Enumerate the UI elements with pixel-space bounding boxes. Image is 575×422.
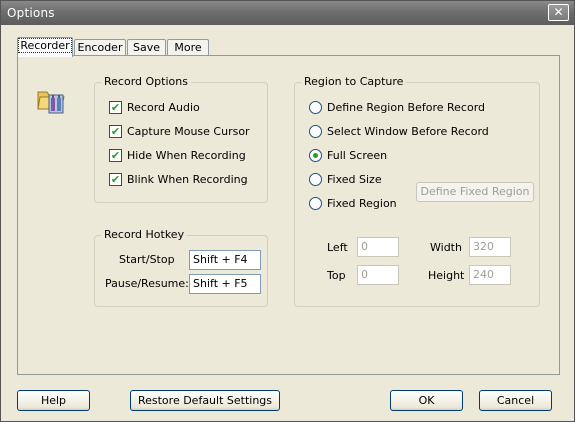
cancel-button[interactable]: Cancel bbox=[479, 390, 552, 411]
radio-selected-dot bbox=[313, 153, 318, 158]
hide-when-recording-label: Hide When Recording bbox=[127, 149, 246, 162]
check-icon: ✔ bbox=[110, 101, 121, 114]
fixed-region-label: Fixed Region bbox=[327, 197, 397, 210]
record-options-group: Record Options ✔ Record Audio ✔ Capture … bbox=[94, 75, 268, 203]
select-window-before-record-label: Select Window Before Record bbox=[327, 125, 489, 138]
hide-when-recording-checkbox[interactable]: ✔ bbox=[109, 149, 122, 162]
start-stop-hotkey-input[interactable]: Shift + F4 bbox=[189, 250, 261, 270]
record-hotkey-title: Record Hotkey bbox=[101, 228, 188, 241]
window-title: Options bbox=[7, 6, 55, 20]
tab-encoder-label: Encoder bbox=[77, 41, 123, 54]
title-bar[interactable]: Options ✕ bbox=[1, 1, 574, 25]
help-button[interactable]: Help bbox=[17, 390, 90, 411]
fixed-size-radio[interactable] bbox=[309, 173, 322, 186]
close-button[interactable]: ✕ bbox=[548, 4, 569, 21]
fixed-size-label: Fixed Size bbox=[327, 173, 382, 186]
tab-save-label: Save bbox=[132, 41, 160, 54]
height-input[interactable]: 240 bbox=[469, 265, 511, 285]
tab-more-label: More bbox=[174, 41, 202, 54]
capture-mouse-cursor-label: Capture Mouse Cursor bbox=[127, 125, 250, 138]
select-window-before-record-radio[interactable] bbox=[309, 125, 322, 138]
pause-resume-hotkey-input[interactable]: Shift + F5 bbox=[189, 274, 261, 294]
define-region-before-record-radio[interactable] bbox=[309, 101, 322, 114]
tab-encoder[interactable]: Encoder bbox=[74, 39, 126, 56]
record-audio-label: Record Audio bbox=[127, 101, 200, 114]
blink-when-recording-checkbox[interactable]: ✔ bbox=[109, 173, 122, 186]
record-hotkey-group: Record Hotkey Start/Stop Shift + F4 Paus… bbox=[94, 228, 268, 307]
tab-more[interactable]: More bbox=[167, 39, 209, 56]
full-screen-radio[interactable] bbox=[309, 149, 322, 162]
check-icon: ✔ bbox=[110, 149, 121, 162]
record-options-title: Record Options bbox=[101, 75, 191, 88]
record-audio-checkbox[interactable]: ✔ bbox=[109, 101, 122, 114]
region-to-capture-title: Region to Capture bbox=[301, 75, 407, 88]
tab-recorder-label: Recorder bbox=[18, 38, 72, 53]
region-to-capture-group: Region to Capture Define Region Before R… bbox=[294, 75, 540, 307]
recorder-tab-panel: Record Options ✔ Record Audio ✔ Capture … bbox=[17, 55, 560, 375]
define-region-before-record-label: Define Region Before Record bbox=[327, 101, 486, 114]
left-input[interactable]: 0 bbox=[357, 237, 399, 257]
tab-save[interactable]: Save bbox=[127, 39, 166, 56]
top-label: Top bbox=[327, 269, 346, 282]
tab-recorder[interactable]: Recorder bbox=[17, 37, 73, 57]
height-label: Height bbox=[428, 269, 465, 282]
close-icon: ✕ bbox=[553, 5, 564, 19]
recorder-settings-icon bbox=[37, 91, 65, 114]
capture-mouse-cursor-checkbox[interactable]: ✔ bbox=[109, 125, 122, 138]
options-dialog: Options ✕ Recorder Encoder Save More Rec… bbox=[0, 0, 575, 422]
ok-button[interactable]: OK bbox=[390, 390, 463, 411]
blink-when-recording-label: Blink When Recording bbox=[127, 173, 248, 186]
width-label: Width bbox=[430, 241, 462, 254]
top-input[interactable]: 0 bbox=[357, 265, 399, 285]
start-stop-label: Start/Stop bbox=[119, 253, 175, 266]
left-label: Left bbox=[327, 241, 348, 254]
define-fixed-region-button[interactable]: Define Fixed Region bbox=[416, 182, 534, 202]
check-icon: ✔ bbox=[110, 125, 121, 138]
check-icon: ✔ bbox=[110, 173, 121, 186]
fixed-region-radio[interactable] bbox=[309, 197, 322, 210]
restore-default-settings-button[interactable]: Restore Default Settings bbox=[130, 390, 280, 411]
pause-resume-label: Pause/Resume: bbox=[105, 277, 189, 290]
width-input[interactable]: 320 bbox=[469, 237, 511, 257]
full-screen-label: Full Screen bbox=[327, 149, 388, 162]
